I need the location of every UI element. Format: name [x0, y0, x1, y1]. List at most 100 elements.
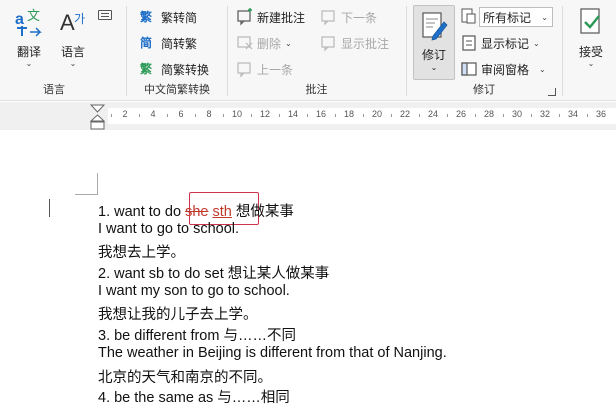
accept-label: 接受 [578, 45, 603, 59]
ruler-tick-label: 6 [178, 109, 184, 119]
traditional-to-simplified-button[interactable]: 繁 繁转简 [140, 7, 197, 27]
new-comment-button[interactable]: 新建批注 [236, 7, 305, 27]
ruler-tick-label: 2 [122, 109, 128, 119]
doc-line[interactable]: 3. be different from 与……不同 [98, 324, 296, 345]
svg-text:A: A [60, 10, 75, 35]
ruler-minor-tick [531, 114, 532, 117]
ruler-minor-tick [419, 114, 420, 117]
language-icon: A 가 [60, 10, 85, 35]
chinese-conversion-group-label: 中文简繁转换 [144, 84, 210, 96]
traditional-to-simplified-label: 繁转简 [161, 10, 198, 25]
language-button[interactable]: A 가 语言 ⌄ [56, 6, 90, 68]
svg-text:文: 文 [27, 9, 40, 24]
ruler-minor-tick [475, 114, 476, 117]
delete-comment-icon [237, 36, 253, 50]
doc-text: 1. want to do [98, 204, 186, 220]
ruler-tick-label: 20 [371, 109, 382, 119]
accept-icon [580, 8, 600, 34]
ruler-tick-label: 10 [231, 109, 242, 119]
next-comment-button[interactable]: 下一条 [320, 7, 377, 27]
ruler-tick-label: 22 [399, 109, 410, 119]
new-comment-label: 新建批注 [257, 10, 306, 25]
ruler-tick-label: 16 [315, 109, 326, 119]
convert-label: 简繁转换 [161, 62, 210, 77]
ruler-tick-label: 26 [455, 109, 466, 119]
document-page[interactable]: 1. want to do she sth 想做某事 I want to go … [0, 130, 616, 411]
indent-marker-icon[interactable] [90, 104, 105, 130]
ruler-tick-label: 18 [343, 109, 354, 119]
doc-line[interactable]: 我想让我的儿子去上学。 [98, 303, 258, 324]
convert-icon: 繁 [140, 62, 153, 76]
delete-comment-button[interactable]: 删除 ⌄ [236, 33, 292, 53]
doc-line[interactable]: 1. want to do she sth 想做某事 [98, 200, 294, 221]
previous-comment-label: 上一条 [257, 62, 294, 77]
margin-corner-mark [75, 194, 97, 195]
ruler-minor-tick [391, 114, 392, 117]
ruler-tick-label: 14 [287, 109, 298, 119]
show-comments-button[interactable]: 显示批注 [320, 33, 389, 53]
chevron-down-icon: ⌄ [69, 59, 77, 68]
margin-corner-mark [97, 173, 98, 195]
ruler-minor-tick [111, 114, 112, 117]
ruler-tick-label: 24 [427, 109, 438, 119]
new-comment-icon [237, 8, 252, 26]
deleted-text[interactable]: she [185, 204, 208, 220]
ruler-minor-tick [223, 114, 224, 117]
svg-text:가: 가 [74, 12, 85, 26]
doc-line[interactable]: 4. be the same as 与……相同 [98, 386, 290, 407]
ruler-tick-label: 32 [539, 109, 550, 119]
translate-button[interactable]: a 文 翻译 ⌄ [12, 6, 46, 68]
ruler-tick-label: 30 [511, 109, 522, 119]
chevron-down-icon: ⌄ [25, 59, 33, 68]
doc-line[interactable]: I want to go to school. [98, 221, 239, 237]
divider [562, 6, 563, 96]
ruler-minor-tick [503, 114, 504, 117]
next-comment-icon [321, 10, 335, 26]
ruler-minor-tick [559, 114, 560, 117]
comments-group-label: 批注 [305, 84, 328, 96]
svg-text:a: a [15, 11, 24, 28]
ruler-minor-tick [447, 114, 448, 117]
simplified-to-traditional-label: 简转繁 [161, 36, 198, 51]
translate-icon: a 文 [15, 9, 42, 37]
simplified-to-traditional-button[interactable]: 简 简转繁 [140, 33, 197, 53]
simplified-traditional-icon: 简 [140, 36, 153, 50]
previous-comment-icon [237, 62, 251, 78]
doc-text: 想做某事 [231, 204, 294, 220]
ruler-tick-label: 4 [150, 109, 156, 119]
inserted-text[interactable]: sth [212, 204, 231, 220]
ruler-minor-tick [587, 114, 588, 117]
traditional-simplified-icon: 繁 [140, 10, 153, 24]
ruler-minor-tick [251, 114, 252, 117]
ruler-tick-label: 28 [483, 109, 494, 119]
language-label: 语言 [60, 45, 85, 59]
accept-button[interactable]: 接受 ⌄ [573, 6, 609, 68]
ruler-minor-tick [167, 114, 168, 117]
doc-line[interactable]: I want my son to go to school. [98, 283, 290, 299]
delete-comment-label: 删除 [257, 36, 282, 51]
doc-line[interactable]: 2. want sb to do set 想让某人做某事 [98, 262, 329, 283]
ruler-tick-label: 12 [259, 109, 270, 119]
ruler-tick-label: 34 [567, 109, 578, 119]
keyboard-icon[interactable] [98, 10, 112, 20]
chinese-conversion-group: 繁 繁转简 简 简转繁 繁 简繁转换 中文简繁转换 [127, 0, 227, 101]
chevron-down-icon: ⌄ [587, 59, 595, 68]
ruler: 2 4 6 8 10 12 14 16 18 20 22 24 26 28 30 32 34 36 [0, 102, 616, 130]
previous-comment-button[interactable]: 上一条 [236, 59, 293, 79]
dialog-launcher-icon[interactable] [548, 88, 556, 96]
ruler-minor-tick [335, 114, 336, 117]
doc-line[interactable]: The weather in Beijing is different from… [98, 345, 447, 361]
ruler-minor-tick [279, 114, 280, 117]
convert-button[interactable]: 繁 简繁转换 [140, 59, 209, 79]
ruler-minor-tick [363, 114, 364, 117]
translate-label: 翻译 [16, 45, 41, 59]
doc-line[interactable]: 我想去上学。 [98, 241, 185, 262]
change-bar [49, 199, 50, 217]
doc-line[interactable]: 北京的天气和南京的不同。 [98, 366, 272, 387]
show-comments-label: 显示批注 [341, 36, 390, 51]
ruler-minor-tick [139, 114, 140, 117]
ruler-minor-tick [195, 114, 196, 117]
next-comment-label: 下一条 [341, 10, 378, 25]
ruler-minor-tick [307, 114, 308, 117]
language-group: a 文 翻译 ⌄ A 가 语言 ⌄ 语言 [0, 0, 112, 101]
